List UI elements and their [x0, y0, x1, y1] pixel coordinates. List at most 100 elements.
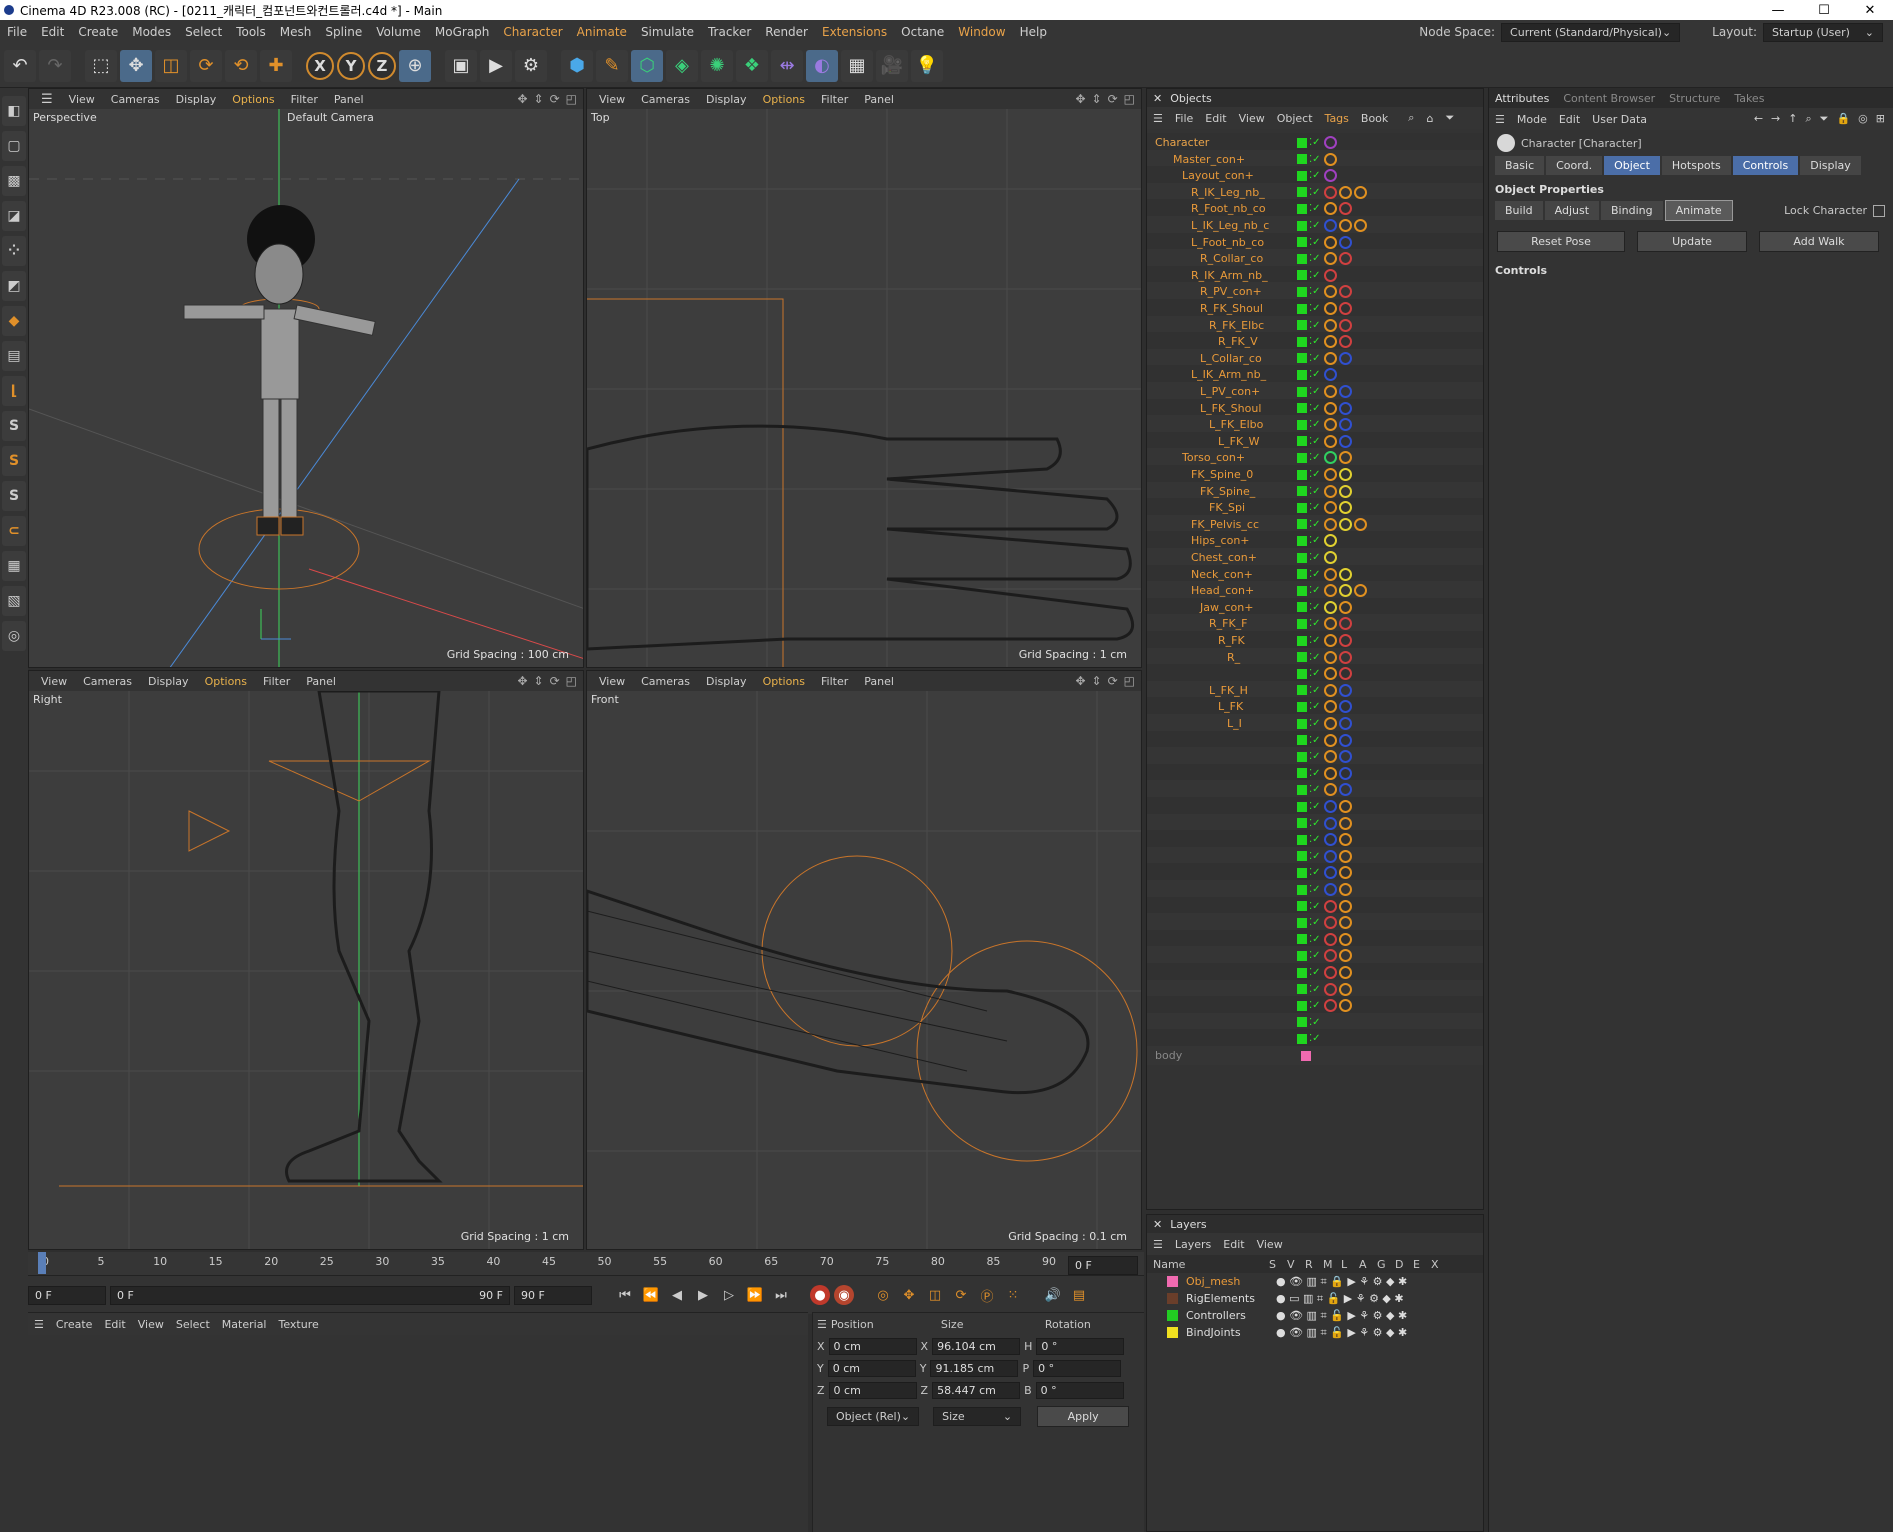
autokey-icon[interactable]: ◉ — [834, 1285, 854, 1305]
solo-hierarchy-icon[interactable]: S — [2, 481, 26, 511]
object-name[interactable]: L_IK_Leg_nb_c — [1147, 219, 1297, 232]
objects-menu-file[interactable]: File — [1175, 112, 1193, 125]
tab-structure[interactable]: Structure — [1669, 92, 1720, 105]
coords-menu-icon[interactable]: ☰ — [817, 1318, 827, 1331]
size-mode-dropdown[interactable]: Size ⌄ — [933, 1406, 1022, 1426]
object-tag-icon[interactable] — [1323, 717, 1337, 730]
y-axis-lock-icon[interactable]: Y — [337, 51, 365, 80]
object-name[interactable]: L_IK_Arm_nb_ — [1147, 368, 1297, 381]
viewport-menu-cameras[interactable]: Cameras — [633, 93, 698, 106]
viewport-menu-panel[interactable]: Panel — [298, 675, 344, 688]
coordinate-mode-dropdown[interactable]: Object (Rel) ⌄ — [827, 1406, 920, 1426]
up-arrow-icon[interactable]: ↑ — [1788, 112, 1797, 126]
previous-key-icon[interactable]: ⏪ — [640, 1284, 662, 1306]
keyframe-selection-icon[interactable]: ◎ — [872, 1284, 894, 1306]
redo-icon[interactable]: ↷ — [39, 49, 71, 82]
polygons-mode-icon[interactable]: ◆ — [2, 306, 26, 336]
menu-mesh[interactable]: Mesh — [273, 25, 319, 39]
object-name[interactable]: Jaw_con+ — [1147, 601, 1297, 614]
visibility-check-icon[interactable]: ⁚✓ — [1309, 386, 1321, 397]
subdivision-generator-icon[interactable]: ⬡ — [631, 49, 663, 82]
object-name[interactable]: R_Foot_nb_co — [1147, 202, 1297, 215]
apply-button[interactable]: Apply — [1037, 1405, 1130, 1427]
object-tag-icon[interactable] — [1338, 667, 1352, 681]
object-name[interactable]: FK_Spine_0 — [1147, 468, 1297, 481]
layer-color-icon[interactable] — [1297, 685, 1307, 696]
close-icon[interactable]: ✕ — [1153, 1218, 1162, 1231]
layer-color-swatch[interactable] — [1167, 1276, 1178, 1287]
rotation-h-field[interactable]: 0 ° — [1036, 1337, 1125, 1355]
solo-off-icon[interactable]: S — [2, 411, 26, 441]
model-mode-icon[interactable]: ▢ — [2, 131, 26, 161]
timeline-ruler[interactable]: 051015202530354045505560657075808590 — [28, 1252, 1144, 1276]
lock-workplane-icon[interactable]: ▧ — [2, 586, 26, 616]
viewport-menu-display[interactable]: Display — [698, 675, 755, 688]
layer-row[interactable]: BindJoints ● 👁 ▥ ⌗ 🔓 ▶ ⚘ ⚙ ◆ ✱ — [1147, 1324, 1483, 1341]
visibility-check-icon[interactable]: ⁚✓ — [1309, 303, 1321, 314]
object-tag-icon[interactable] — [1323, 484, 1337, 498]
playhead-marker[interactable] — [38, 1252, 46, 1274]
viewport-menu-view[interactable]: View — [591, 93, 633, 106]
object-name[interactable]: R_Collar_co — [1147, 252, 1297, 265]
layer-color-icon[interactable] — [1297, 602, 1307, 613]
object-tag-icon[interactable] — [1323, 982, 1337, 996]
visibility-check-icon[interactable]: ⁚✓ — [1309, 967, 1321, 978]
bend-deformer-icon[interactable]: ⇹ — [771, 49, 803, 82]
maximize-view-icon[interactable]: ◰ — [1124, 674, 1135, 688]
visibility-check-icon[interactable]: ⁚✓ — [1309, 403, 1321, 414]
visibility-check-icon[interactable]: ⁚✓ — [1309, 220, 1321, 231]
attributes-menu-mode[interactable]: Mode — [1517, 113, 1547, 126]
material-menu-edit[interactable]: Edit — [104, 1318, 125, 1331]
menu-spline[interactable]: Spline — [318, 25, 369, 39]
visibility-check-icon[interactable]: ⁚✓ — [1309, 469, 1321, 480]
visibility-check-icon[interactable]: ⁚✓ — [1309, 1017, 1321, 1028]
object-tag-icon[interactable] — [1338, 567, 1352, 581]
visibility-check-icon[interactable]: ⁚✓ — [1309, 818, 1321, 829]
zoom-view-icon[interactable]: ⇕ — [1092, 92, 1102, 106]
maximize-view-icon[interactable]: ◰ — [1124, 92, 1135, 106]
subtab-basic[interactable]: Basic — [1495, 156, 1545, 175]
object-tag-icon[interactable] — [1338, 750, 1352, 764]
render-settings-icon[interactable]: ⚙ — [515, 49, 547, 82]
object-name[interactable]: Torso_con+ — [1147, 451, 1297, 464]
object-tag-icon[interactable] — [1338, 733, 1352, 747]
pan-view-icon[interactable]: ✥ — [517, 674, 527, 688]
mode-adjust-button[interactable]: Adjust — [1544, 201, 1600, 220]
menu-octane[interactable]: Octane — [894, 25, 951, 39]
object-tag-icon[interactable] — [1323, 252, 1337, 266]
object-name[interactable]: L_FK_Shoul — [1147, 402, 1297, 415]
layer-color-icon[interactable] — [1297, 486, 1307, 497]
object-name[interactable]: Master_con+ — [1147, 153, 1297, 166]
menu-volume[interactable]: Volume — [369, 25, 428, 39]
layer-color-icon[interactable] — [1297, 369, 1307, 380]
rotation-b-field[interactable]: 0 ° — [1035, 1381, 1124, 1399]
object-row[interactable]: body — [1147, 1046, 1483, 1065]
layer-color-swatch[interactable] — [1167, 1327, 1178, 1338]
object-tag-icon[interactable] — [1353, 219, 1367, 232]
object-tag-icon[interactable] — [1338, 916, 1352, 930]
object-name[interactable]: L_FK_W — [1147, 435, 1297, 448]
layer-row[interactable]: Controllers ● 👁 ▥ ⌗ 🔓 ▶ ⚘ ⚙ ◆ ✱ — [1147, 1307, 1483, 1324]
scale-tool-icon[interactable]: ◫ — [155, 49, 187, 82]
extrude-generator-icon[interactable]: ◈ — [666, 49, 698, 82]
visibility-check-icon[interactable]: ⁚✓ — [1309, 336, 1321, 347]
end-frame-field[interactable]: 90 F — [514, 1285, 592, 1305]
objects-menu-book[interactable]: Book — [1361, 112, 1388, 125]
object-name[interactable]: Head_con+ — [1147, 584, 1297, 597]
select-tool-icon[interactable]: ⬚ — [85, 49, 117, 82]
attributes-menu-icon[interactable]: ☰ — [1495, 113, 1505, 126]
layer-color-icon[interactable] — [1297, 436, 1307, 447]
layer-color-icon[interactable] — [1297, 718, 1307, 729]
visibility-check-icon[interactable]: ⁚✓ — [1309, 253, 1321, 264]
object-tag-icon[interactable] — [1338, 899, 1352, 913]
object-name[interactable]: R_IK_Leg_nb_ — [1147, 186, 1297, 199]
visibility-check-icon[interactable]: ⁚✓ — [1309, 519, 1321, 530]
visibility-check-icon[interactable]: ⁚✓ — [1309, 1033, 1321, 1044]
layer-color-icon[interactable] — [1297, 253, 1307, 264]
object-tag-icon[interactable] — [1338, 202, 1352, 216]
layer-lock-icon[interactable] — [1301, 1050, 1311, 1061]
object-tag-icon[interactable] — [1323, 418, 1337, 432]
visibility-check-icon[interactable]: ⁚✓ — [1309, 585, 1321, 596]
layers-menu-edit[interactable]: Edit — [1223, 1238, 1244, 1251]
minimize-button[interactable]: — — [1755, 3, 1801, 18]
